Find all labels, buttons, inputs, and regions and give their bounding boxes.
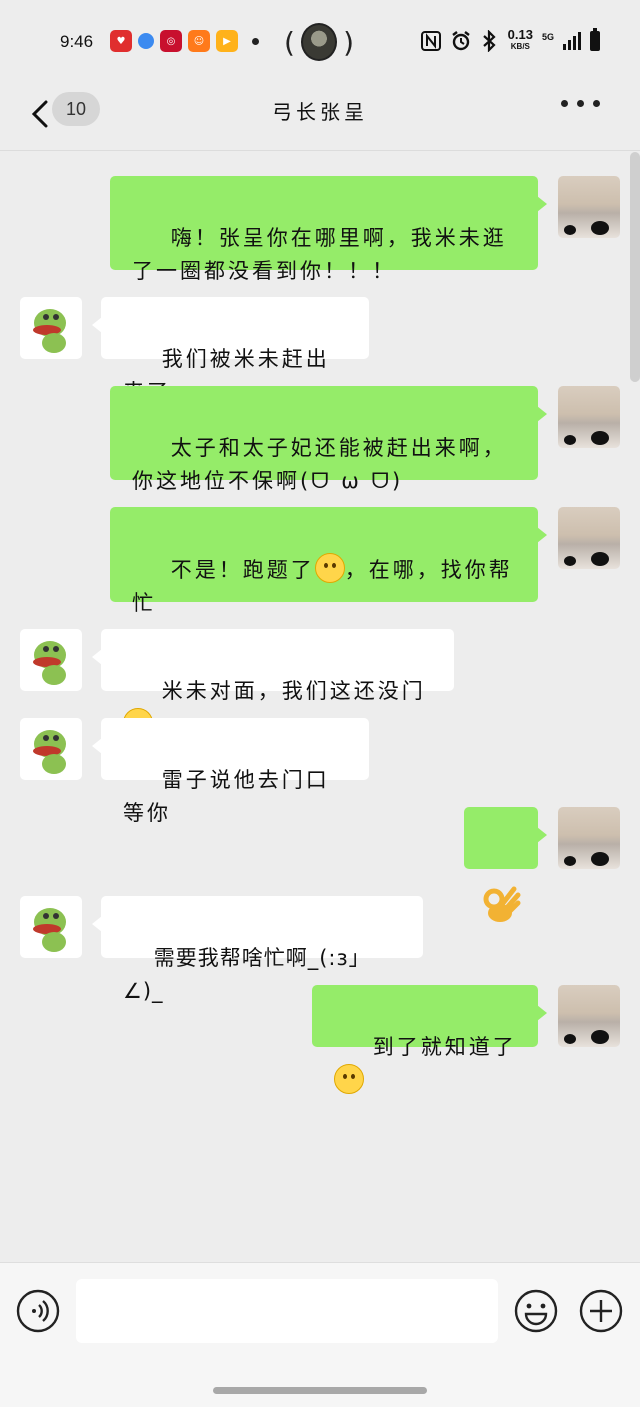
signal-icon bbox=[563, 32, 581, 50]
bluetooth-icon bbox=[482, 30, 496, 52]
message-bubble-sent[interactable]: 嗨！张呈你在哪里啊，我米未逛了一圈都没看到你！！！ bbox=[110, 176, 547, 283]
alarm-icon bbox=[451, 31, 470, 51]
my-avatar[interactable] bbox=[558, 176, 620, 238]
nfc-icon bbox=[420, 31, 441, 51]
battery-icon bbox=[590, 28, 600, 51]
emoji-icon[interactable] bbox=[514, 1289, 558, 1333]
bank-app-icon: ◎ bbox=[160, 30, 182, 52]
message-bubble-sent[interactable]: 到了就知道了 bbox=[312, 985, 547, 1094]
status-time: 9:46 bbox=[60, 32, 94, 51]
island-right-bracket-icon: ) bbox=[343, 25, 354, 59]
message-text: 米未对面，我们这还没门 bbox=[161, 679, 426, 703]
reading-app-icon: ☺ bbox=[188, 30, 210, 52]
plus-icon[interactable] bbox=[579, 1289, 623, 1333]
scrollbar[interactable] bbox=[630, 152, 640, 382]
my-avatar[interactable] bbox=[558, 507, 620, 569]
contact-avatar[interactable] bbox=[20, 629, 82, 691]
contact-avatar[interactable] bbox=[20, 896, 82, 958]
network-type: 5G bbox=[541, 32, 554, 42]
message-text: 太子和太子妃还能被赶出来啊，你这地位不保啊(ᗜ ω ᗜ) bbox=[132, 436, 507, 493]
message-text: 到了就知道了 bbox=[372, 1035, 517, 1059]
frog-avatar-icon bbox=[33, 908, 66, 952]
notification-icons: ♥ ◎ ☺ ▶ bbox=[110, 30, 259, 52]
status-bar: 9:46 ♥ ◎ ☺ ▶ ( ) 0.13 KB/S 5G bbox=[0, 0, 640, 84]
more-dots-icon[interactable] bbox=[561, 100, 600, 107]
frog-avatar-icon bbox=[33, 641, 66, 685]
shopping-app-icon: ♥ bbox=[110, 30, 132, 52]
contact-avatar[interactable] bbox=[20, 718, 82, 780]
voice-icon[interactable] bbox=[16, 1289, 60, 1333]
message-bubble-received[interactable]: 米未对面，我们这还没门 bbox=[92, 629, 454, 738]
home-indicator[interactable] bbox=[213, 1387, 427, 1394]
cat-face-icon bbox=[564, 221, 609, 1044]
message-text: 不是！跑题了 bbox=[170, 558, 315, 582]
my-avatar[interactable] bbox=[558, 386, 620, 448]
my-avatar[interactable] bbox=[558, 807, 620, 869]
message-text: 雷子说他去门口等你 bbox=[123, 768, 330, 825]
more-notifications-icon bbox=[252, 37, 259, 45]
message-bubble-received[interactable]: 需要我帮啥忙啊_(:з」∠)_ bbox=[92, 896, 423, 1003]
chat-title: 弓长张呈 bbox=[272, 100, 368, 124]
message-text: 嗨！张呈你在哪里啊，我米未逛了一圈都没看到你！！！ bbox=[132, 226, 507, 283]
news-app-icon bbox=[138, 33, 154, 49]
contact-avatar[interactable] bbox=[20, 297, 82, 359]
input-bar bbox=[0, 1262, 640, 1407]
my-avatar[interactable] bbox=[558, 985, 620, 1047]
system-icons: 0.13 KB/S 5G bbox=[420, 27, 600, 52]
message-bubble-sent[interactable]: 太子和太子妃还能被赶出来啊，你这地位不保啊(ᗜ ω ᗜ) bbox=[110, 386, 547, 493]
island-avatar bbox=[300, 23, 338, 61]
ok-hand-emoji-icon bbox=[483, 886, 521, 922]
smile-emoji-icon bbox=[314, 553, 345, 583]
live-activity-island[interactable]: ( ) bbox=[284, 22, 354, 62]
frog-avatar-icon bbox=[33, 309, 66, 353]
grin-emoji-icon bbox=[334, 1064, 364, 1094]
network-speed: 0.13 KB/S bbox=[507, 27, 533, 51]
message-bubble-sent[interactable] bbox=[464, 807, 547, 922]
message-bubble-received[interactable]: 雷子说他去门口等你 bbox=[92, 718, 369, 825]
message-input[interactable] bbox=[76, 1279, 498, 1343]
message-bubble-received[interactable]: 我们被米未赶出来了 bbox=[92, 297, 369, 404]
chat-header: 10 弓长张呈 bbox=[0, 84, 640, 151]
frog-avatar-icon bbox=[33, 730, 66, 774]
island-left-bracket-icon: ( bbox=[284, 25, 295, 59]
message-bubble-sent[interactable]: 不是！跑题了 ，在哪，找你帮忙 bbox=[110, 507, 547, 615]
video-app-icon: ▶ bbox=[216, 30, 238, 52]
